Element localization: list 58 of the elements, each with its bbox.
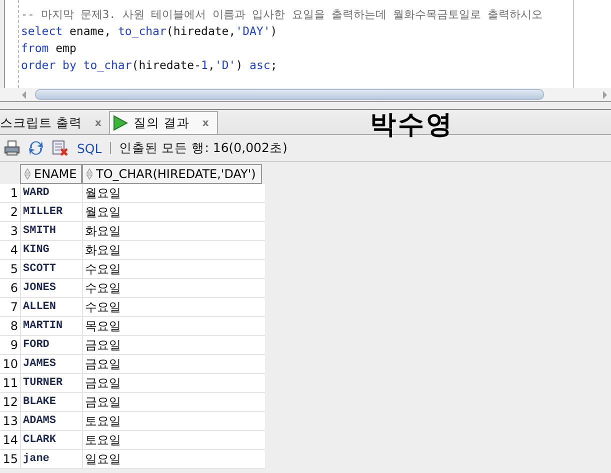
table-cell: 토요일 xyxy=(82,412,262,430)
table-cell: BLAKE xyxy=(20,393,82,411)
table-cell: ADAMS xyxy=(20,412,82,430)
table-cell: 금요일 xyxy=(82,393,262,411)
code-editor[interactable]: -- 마지막 문제3. 사원 테이블에서 이름과 입사한 요일을 출력하는데 월화수목금토일로 출력하시오 select ename, to_char(hiredate,'DAY') from emp order by to_char(hiredate-1,'D') asc; xyxy=(4,0,611,88)
horizontal-scrollbar[interactable] xyxy=(0,88,611,102)
status-text: 인출된 모든 행: 16(0,002초) xyxy=(118,140,288,156)
column-header[interactable]: ENAME xyxy=(20,164,82,184)
table-cell: jane xyxy=(20,450,82,468)
table-cell: 토요일 xyxy=(82,431,262,449)
tab-label: 스크립트 출력 xyxy=(0,114,82,132)
table-cell: FORD xyxy=(20,336,82,354)
table-cell: ALLEN xyxy=(20,298,82,316)
table-cell: 금요일 xyxy=(82,355,262,373)
refresh-icon[interactable] xyxy=(27,139,45,157)
table-cell: 월요일 xyxy=(82,184,262,202)
table-cell: SMITH xyxy=(20,222,82,240)
close-tab-button[interactable]: x xyxy=(202,118,209,128)
sql-link[interactable]: SQL xyxy=(77,140,102,156)
scrollbar-thumb[interactable] xyxy=(35,89,544,100)
table-cell: 수요일 xyxy=(82,279,262,297)
table-cell: JAMES xyxy=(20,355,82,373)
table-cell: 일요일 xyxy=(82,450,262,468)
scroll-left-icon[interactable] xyxy=(20,90,28,100)
tab[interactable]: 스크립트 출력 x xyxy=(0,112,110,134)
column-header[interactable]: TO_CHAR(HIREDATE,'DAY') xyxy=(82,164,262,184)
play-icon xyxy=(112,115,128,131)
table-cell: 수요일 xyxy=(82,298,262,316)
tab-label: 질의 결과 xyxy=(133,114,190,132)
printer-icon[interactable] xyxy=(3,139,21,157)
table-cell: CLARK xyxy=(20,431,82,449)
code-line: from emp xyxy=(21,40,78,57)
table-cell: MILLER xyxy=(20,203,82,221)
table-cell: SCOTT xyxy=(20,260,82,278)
table-cell: 화요일 xyxy=(82,222,262,240)
table-cell: TURNER xyxy=(20,374,82,392)
sort-icon xyxy=(86,168,93,180)
close-tab-button[interactable]: x xyxy=(94,118,102,128)
scroll-right-icon[interactable] xyxy=(601,90,609,100)
table-cell: 월요일 xyxy=(82,203,262,221)
table-cell: 수요일 xyxy=(82,260,262,278)
table-cell: JONES xyxy=(20,279,82,297)
code-line: -- 마지막 문제3. 사원 테이블에서 이름과 입사한 요일을 출력하는데 월화수목금토일로 출력하시오 xyxy=(21,7,543,23)
tab[interactable]: 질의 결과 x xyxy=(109,111,218,134)
table-cell: 금요일 xyxy=(82,336,262,354)
table-cell: MARTIN xyxy=(20,317,82,335)
header-label: ENAME xyxy=(34,167,77,181)
handwritten-annotation: 박수영 xyxy=(370,109,454,142)
header-label: TO_CHAR(HIREDATE,'DAY') xyxy=(96,167,256,181)
table-cell: WARD xyxy=(20,184,82,202)
clear-icon[interactable] xyxy=(51,139,69,157)
table-cell: 목요일 xyxy=(82,317,262,335)
sort-icon xyxy=(24,168,31,180)
code-line: select ename, to_char(hiredate,'DAY') xyxy=(21,23,278,40)
table-cell: 금요일 xyxy=(82,374,262,392)
table-cell: KING xyxy=(20,241,82,259)
code-line: order by to_char(hiredate-1,'D') asc; xyxy=(21,57,278,74)
table-cell: 화요일 xyxy=(82,241,262,259)
